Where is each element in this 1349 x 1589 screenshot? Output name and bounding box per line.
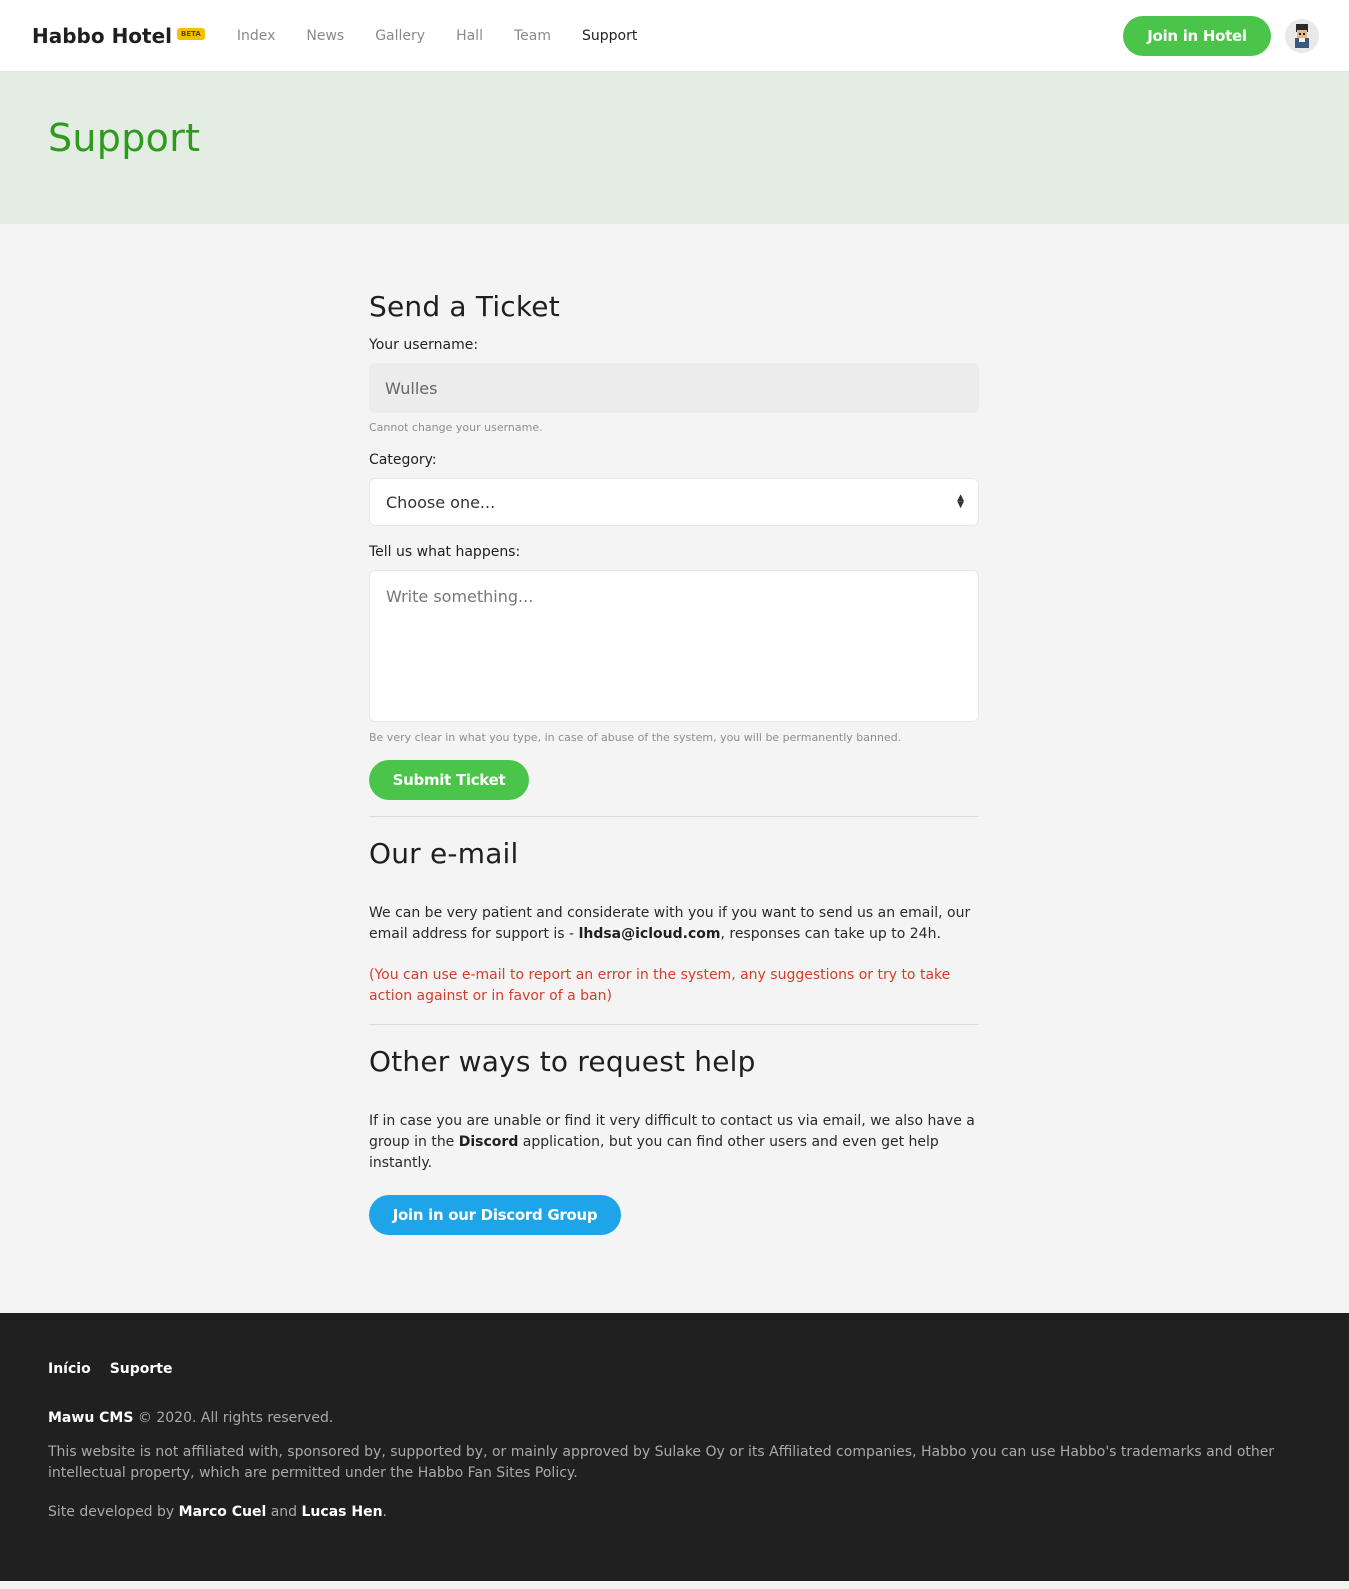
footer-disclaimer: This website is not affiliated with, spo…	[48, 1444, 1275, 1481]
category-select[interactable]: Choose one... ▲ ▼	[369, 478, 979, 526]
message-textarea[interactable]	[369, 570, 979, 722]
email-paragraph: We can be very patient and considerate w…	[369, 905, 971, 942]
nav-item-hall[interactable]: Hall	[456, 28, 483, 44]
footer-credits: Site developed by Marco Cuel and Lucas H…	[48, 1504, 387, 1520]
join-discord-button[interactable]: Join in our Discord Group	[369, 1195, 621, 1235]
developer-2: Lucas Hen	[301, 1504, 383, 1520]
category-selected-value: Choose one...	[386, 492, 496, 512]
nav-item-gallery[interactable]: Gallery	[375, 28, 425, 44]
help-heading: Other ways to request help	[369, 1045, 756, 1078]
top-navbar: Habbo Hotel BETA Index News Gallery Hall…	[0, 0, 1349, 72]
avatar-figure	[1295, 24, 1309, 48]
developer-1: Marco Cuel	[178, 1504, 267, 1520]
user-avatar-icon[interactable]	[1285, 19, 1319, 53]
nav-item-support[interactable]: Support	[582, 28, 637, 44]
footer-links: Início Suporte	[48, 1361, 1301, 1377]
support-email: lhdsa@icloud.com	[578, 926, 721, 942]
discord-name: Discord	[458, 1134, 519, 1150]
nav-item-news[interactable]: News	[306, 28, 344, 44]
cms-name: Mawu CMS	[48, 1410, 134, 1426]
section-divider	[369, 1024, 979, 1025]
brand-name: Habbo Hotel	[32, 23, 173, 48]
username-label: Your username:	[369, 337, 479, 353]
email-heading: Our e-mail	[369, 837, 519, 870]
help-paragraph: If in case you are unable or find it ver…	[369, 1113, 975, 1171]
section-divider	[369, 816, 979, 817]
header-actions: Join in Hotel	[1123, 16, 1319, 56]
site-footer: Início Suporte Mawu CMS © 2020. All righ…	[0, 1313, 1349, 1581]
username-hint: Cannot change your username.	[369, 421, 543, 434]
footer-link-suporte[interactable]: Suporte	[110, 1361, 173, 1377]
ticket-heading: Send a Ticket	[369, 290, 560, 323]
join-hotel-button[interactable]: Join in Hotel	[1123, 16, 1271, 56]
nav-item-team[interactable]: Team	[514, 28, 551, 44]
message-label: Tell us what happens:	[369, 544, 521, 560]
footer-copyright: Mawu CMS © 2020. All rights reserved.	[48, 1410, 334, 1426]
email-notice: (You can use e-mail to report an error i…	[369, 967, 951, 1004]
category-label: Category:	[369, 452, 437, 468]
support-content: Send a Ticket Your username: Cannot chan…	[369, 224, 979, 1313]
message-hint: Be very clear in what you type, in case …	[369, 731, 902, 744]
footer-link-inicio[interactable]: Início	[48, 1361, 91, 1377]
submit-ticket-button[interactable]: Submit Ticket	[369, 760, 529, 800]
main-nav: Index News Gallery Hall Team Support	[237, 28, 669, 44]
select-arrows-icon: ▲ ▼	[957, 493, 964, 510]
brand-logo[interactable]: Habbo Hotel BETA	[32, 24, 205, 48]
username-field[interactable]	[369, 363, 979, 413]
page-title: Support	[48, 116, 201, 160]
page-hero: Support	[0, 72, 1349, 224]
nav-item-index[interactable]: Index	[237, 28, 276, 44]
beta-badge: BETA	[177, 27, 205, 40]
